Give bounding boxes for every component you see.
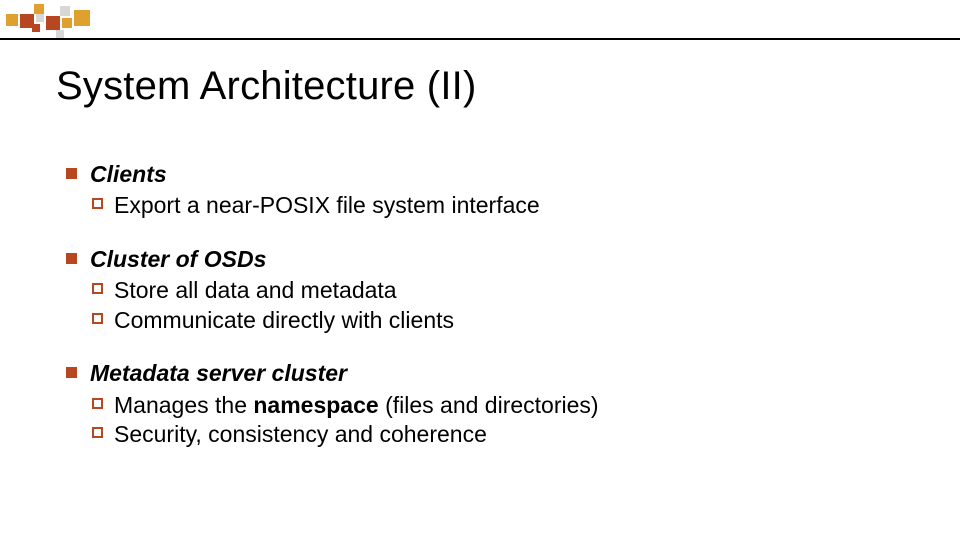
bullet-group: Metadata server cluster Manages the name… — [64, 359, 904, 449]
text-post: (files and directories) — [379, 392, 599, 418]
deco-square — [34, 4, 44, 14]
deco-square — [6, 14, 18, 26]
bullet-l1: Clients — [64, 160, 904, 189]
deco-square — [62, 18, 72, 28]
deco-square — [60, 6, 70, 16]
slide: System Architecture (II) Clients Export … — [0, 0, 960, 540]
corner-decoration — [0, 0, 200, 50]
text-bold: namespace — [253, 392, 378, 418]
bullet-l2: Export a near-POSIX file system interfac… — [64, 191, 904, 220]
text-pre: Manages the — [114, 392, 253, 418]
bullet-group: Clients Export a near-POSIX file system … — [64, 160, 904, 221]
bullet-l2: Communicate directly with clients — [64, 306, 904, 335]
deco-square — [46, 16, 60, 30]
bullet-group: Cluster of OSDs Store all data and metad… — [64, 245, 904, 335]
horizontal-rule — [0, 38, 960, 40]
bullet-l1: Metadata server cluster — [64, 359, 904, 388]
deco-square — [74, 10, 90, 26]
slide-title: System Architecture (II) — [56, 64, 476, 109]
deco-square — [56, 30, 64, 38]
bullet-l2: Store all data and metadata — [64, 276, 904, 305]
deco-square — [32, 24, 40, 32]
slide-body: Clients Export a near-POSIX file system … — [64, 160, 904, 474]
bullet-l2: Security, consistency and coherence — [64, 420, 904, 449]
bullet-l2: Manages the namespace (files and directo… — [64, 391, 904, 420]
bullet-l1: Cluster of OSDs — [64, 245, 904, 274]
deco-square — [36, 14, 44, 22]
